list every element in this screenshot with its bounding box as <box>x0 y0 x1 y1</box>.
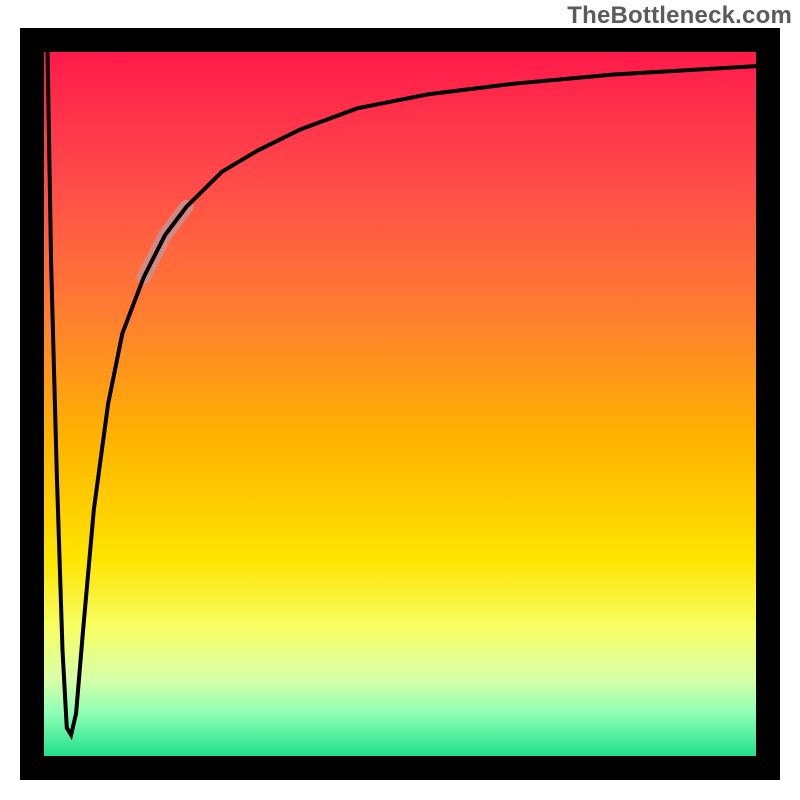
bottleneck-curve-plot <box>44 52 756 756</box>
site-watermark: TheBottleneck.com <box>567 2 792 30</box>
bottleneck-curve <box>48 52 756 735</box>
chart-frame: TheBottleneck.com <box>0 0 800 800</box>
chart-plot-area <box>20 28 780 780</box>
